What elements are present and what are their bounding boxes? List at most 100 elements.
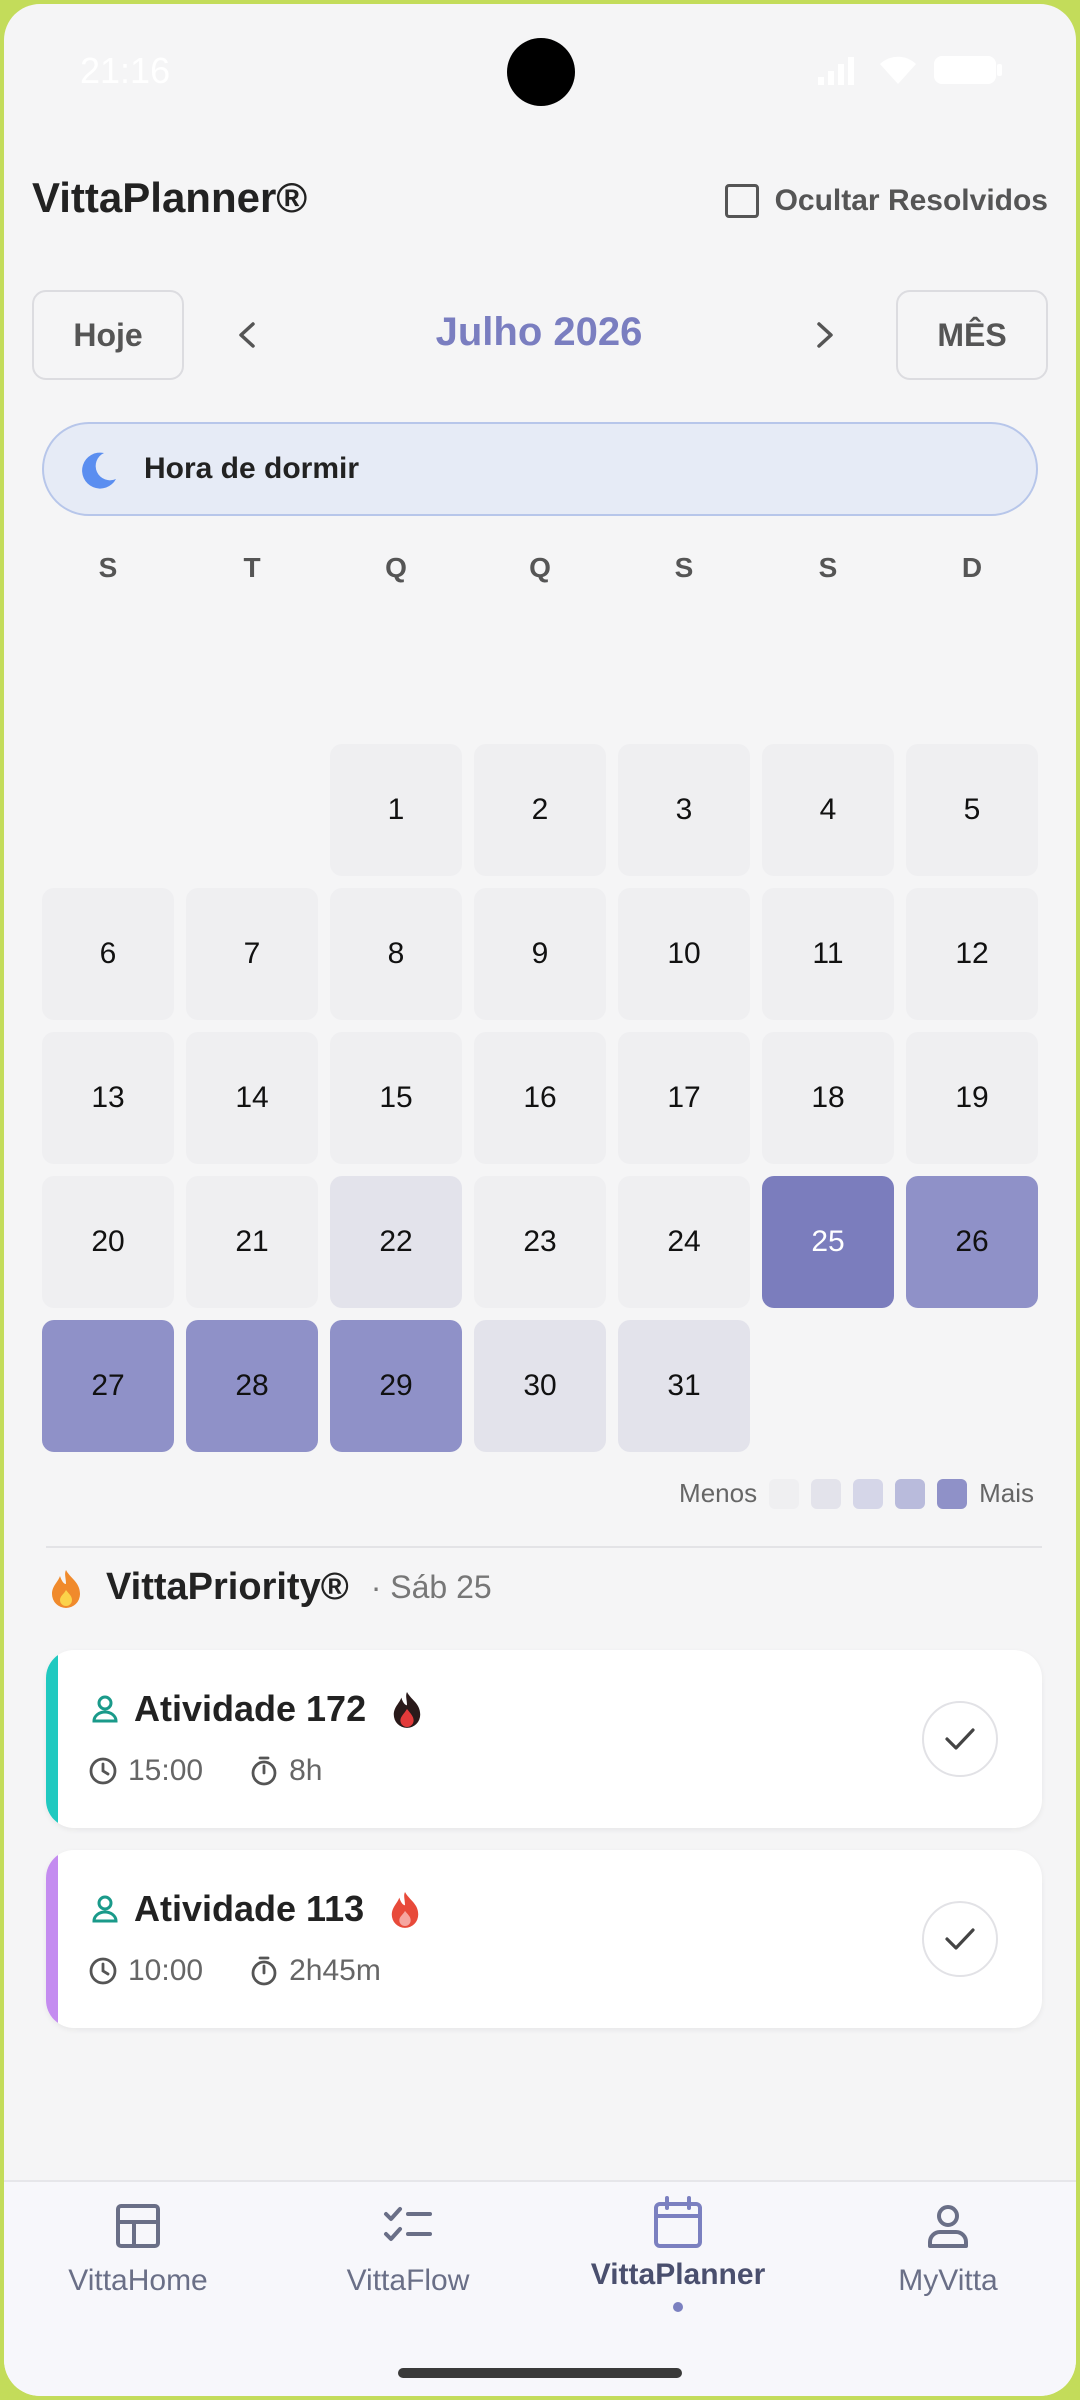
today-button[interactable]: Hoje bbox=[32, 290, 184, 380]
chevron-left-icon bbox=[239, 322, 255, 348]
calendar-day[interactable]: 9 bbox=[474, 888, 606, 1020]
hide-resolved-label: Ocultar Resolvidos bbox=[774, 184, 1048, 217]
nav-label: MyVitta bbox=[898, 2264, 998, 2297]
nav-item-vittaplanner[interactable]: VittaPlanner bbox=[568, 2196, 788, 2312]
priority-title: VittaPriority® bbox=[106, 1566, 349, 1608]
calendar-day[interactable]: 26 bbox=[906, 1176, 1038, 1308]
calendar-day[interactable]: 4 bbox=[762, 744, 894, 876]
calendar-day[interactable]: 30 bbox=[474, 1320, 606, 1452]
weekday-label: D bbox=[961, 552, 983, 583]
calendar-day[interactable]: 22 bbox=[330, 1176, 462, 1308]
page-title: VittaPlanner® bbox=[32, 174, 308, 221]
legend-swatch bbox=[811, 1478, 842, 1509]
calendar-day[interactable]: 13 bbox=[42, 1032, 174, 1164]
task-card[interactable]: Atividade 113 10:00 2h45m bbox=[46, 1850, 1042, 2028]
calendar-day[interactable]: 7 bbox=[186, 888, 318, 1020]
calendar-day[interactable]: 15 bbox=[330, 1032, 462, 1164]
legend-swatch bbox=[853, 1478, 884, 1509]
calendar-day[interactable]: 19 bbox=[906, 1032, 1038, 1164]
complete-task-button[interactable] bbox=[922, 1701, 998, 1777]
calendar-day[interactable]: 10 bbox=[618, 888, 750, 1020]
next-month-button[interactable] bbox=[800, 310, 850, 360]
timer-icon bbox=[251, 1756, 277, 1786]
calendar-day[interactable]: 2 bbox=[474, 744, 606, 876]
legend-more-label: Mais bbox=[979, 1478, 1034, 1508]
bedtime-label: Hora de dormir bbox=[144, 452, 360, 485]
dashboard-icon bbox=[116, 2204, 160, 2248]
calendar-day[interactable]: 29 bbox=[330, 1320, 462, 1452]
task-time: 15:00 bbox=[128, 1754, 204, 1787]
calendar-empty-cell bbox=[186, 744, 318, 876]
timer-icon bbox=[251, 1956, 277, 1986]
calendar-day[interactable]: 8 bbox=[330, 888, 462, 1020]
complete-task-button[interactable] bbox=[922, 1901, 998, 1977]
signal-icon bbox=[818, 57, 854, 85]
weekday-label: S bbox=[98, 552, 118, 583]
weekday-label: Q bbox=[529, 552, 551, 583]
calendar-day[interactable]: 11 bbox=[762, 888, 894, 1020]
calendar-day[interactable]: 5 bbox=[906, 744, 1038, 876]
calendar-day[interactable]: 21 bbox=[186, 1176, 318, 1308]
check-icon bbox=[945, 1928, 975, 1950]
nav-item-vittaflow[interactable]: VittaFlow bbox=[298, 2202, 518, 2298]
app-screen: 21:16 VittaPlanner® Ocultar Resolvidos H… bbox=[4, 4, 1076, 2396]
previous-month-button[interactable] bbox=[222, 310, 272, 360]
calendar-empty-cell bbox=[42, 744, 174, 876]
task-color-stripe bbox=[46, 1850, 58, 2028]
calendar-day[interactable]: 16 bbox=[474, 1032, 606, 1164]
calendar-day[interactable]: 6 bbox=[42, 888, 174, 1020]
nav-item-vittahome[interactable]: VittaHome bbox=[28, 2202, 248, 2298]
calendar-day[interactable]: 27 bbox=[42, 1320, 174, 1452]
task-duration: 8h bbox=[289, 1754, 323, 1787]
calendar-icon bbox=[654, 2196, 702, 2248]
view-mode-button[interactable]: MÊS bbox=[896, 290, 1048, 380]
weekday-label: Q bbox=[385, 552, 407, 583]
person-icon bbox=[92, 1895, 118, 1923]
legend-swatch bbox=[895, 1478, 926, 1509]
bottom-navigation: VittaHome VittaFlow VittaPlanner MyVitta bbox=[4, 2180, 1076, 2396]
month-label: Julho 2026 bbox=[435, 310, 643, 354]
flame-icon bbox=[391, 1892, 419, 1928]
status-icons bbox=[818, 54, 1004, 86]
nav-label: VittaFlow bbox=[346, 2264, 470, 2297]
nav-label: VittaHome bbox=[68, 2264, 208, 2297]
calendar-day[interactable]: 25 bbox=[762, 1176, 894, 1308]
person-icon bbox=[92, 1695, 118, 1723]
home-indicator[interactable] bbox=[398, 2368, 682, 2378]
heatmap-legend: Menos Mais bbox=[679, 1478, 1034, 1509]
bedtime-banner[interactable]: Hora de dormir bbox=[42, 422, 1038, 516]
calendar-day[interactable]: 23 bbox=[474, 1176, 606, 1308]
task-color-stripe bbox=[46, 1650, 58, 1828]
hide-resolved-checkbox[interactable] bbox=[724, 184, 759, 218]
calendar-day[interactable]: 1 bbox=[330, 744, 462, 876]
task-time: 10:00 bbox=[128, 1954, 204, 1987]
weekday-header: S T Q Q S S D bbox=[42, 552, 1038, 584]
task-card[interactable]: Atividade 172 15:00 8h bbox=[46, 1650, 1042, 1828]
calendar-day[interactable]: 28 bbox=[186, 1320, 318, 1452]
calendar-day[interactable]: 14 bbox=[186, 1032, 318, 1164]
chevron-right-icon bbox=[817, 322, 833, 348]
legend-swatch bbox=[769, 1478, 800, 1509]
calendar-grid: 1 2 3 4 5 6 7 8 9 10 11 12 13 14 15 16 17 18 19 20 21 22 23 24 2… bbox=[42, 744, 1038, 1452]
nav-label: VittaPlanner bbox=[590, 2258, 766, 2291]
calendar-day[interactable]: 31 bbox=[618, 1320, 750, 1452]
flame-icon bbox=[52, 1569, 80, 1608]
task-title: Atividade 113 bbox=[134, 1888, 365, 1929]
hide-resolved-toggle[interactable]: Ocultar Resolvidos bbox=[724, 184, 1048, 218]
calendar-day[interactable]: 3 bbox=[618, 744, 750, 876]
camera-cutout bbox=[507, 38, 575, 106]
weekday-label: S bbox=[818, 552, 838, 583]
flame-icon bbox=[393, 1692, 421, 1728]
check-icon bbox=[945, 1728, 975, 1750]
calendar-day[interactable]: 12 bbox=[906, 888, 1038, 1020]
nav-item-myvitta[interactable]: MyVitta bbox=[838, 2202, 1058, 2298]
clock-icon bbox=[89, 1957, 117, 1985]
battery-icon bbox=[934, 56, 1002, 84]
legend-less-label: Menos bbox=[679, 1478, 758, 1508]
calendar-day[interactable]: 18 bbox=[762, 1032, 894, 1164]
calendar-day[interactable]: 20 bbox=[42, 1176, 174, 1308]
calendar-day[interactable]: 17 bbox=[618, 1032, 750, 1164]
calendar-day[interactable]: 24 bbox=[618, 1176, 750, 1308]
status-time: 21:16 bbox=[80, 50, 171, 91]
priority-date: · Sáb 25 bbox=[370, 1569, 492, 1605]
